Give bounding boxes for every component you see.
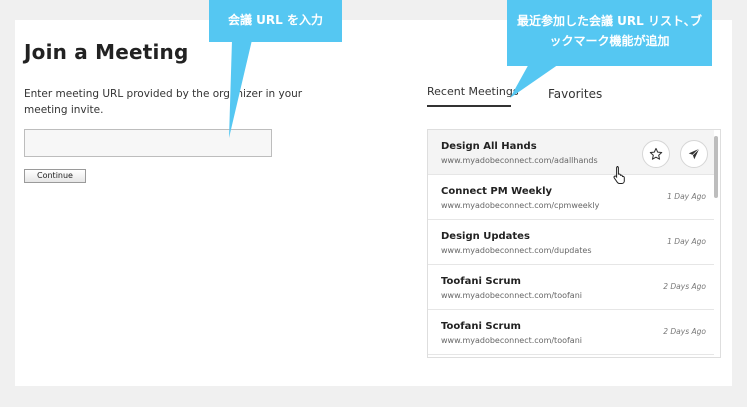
- callout-url-input: 会議 URL を入力: [209, 0, 342, 42]
- callout-recent-list: 最近参加した会議 URL リスト､ブックマーク機能が追加: [507, 0, 712, 66]
